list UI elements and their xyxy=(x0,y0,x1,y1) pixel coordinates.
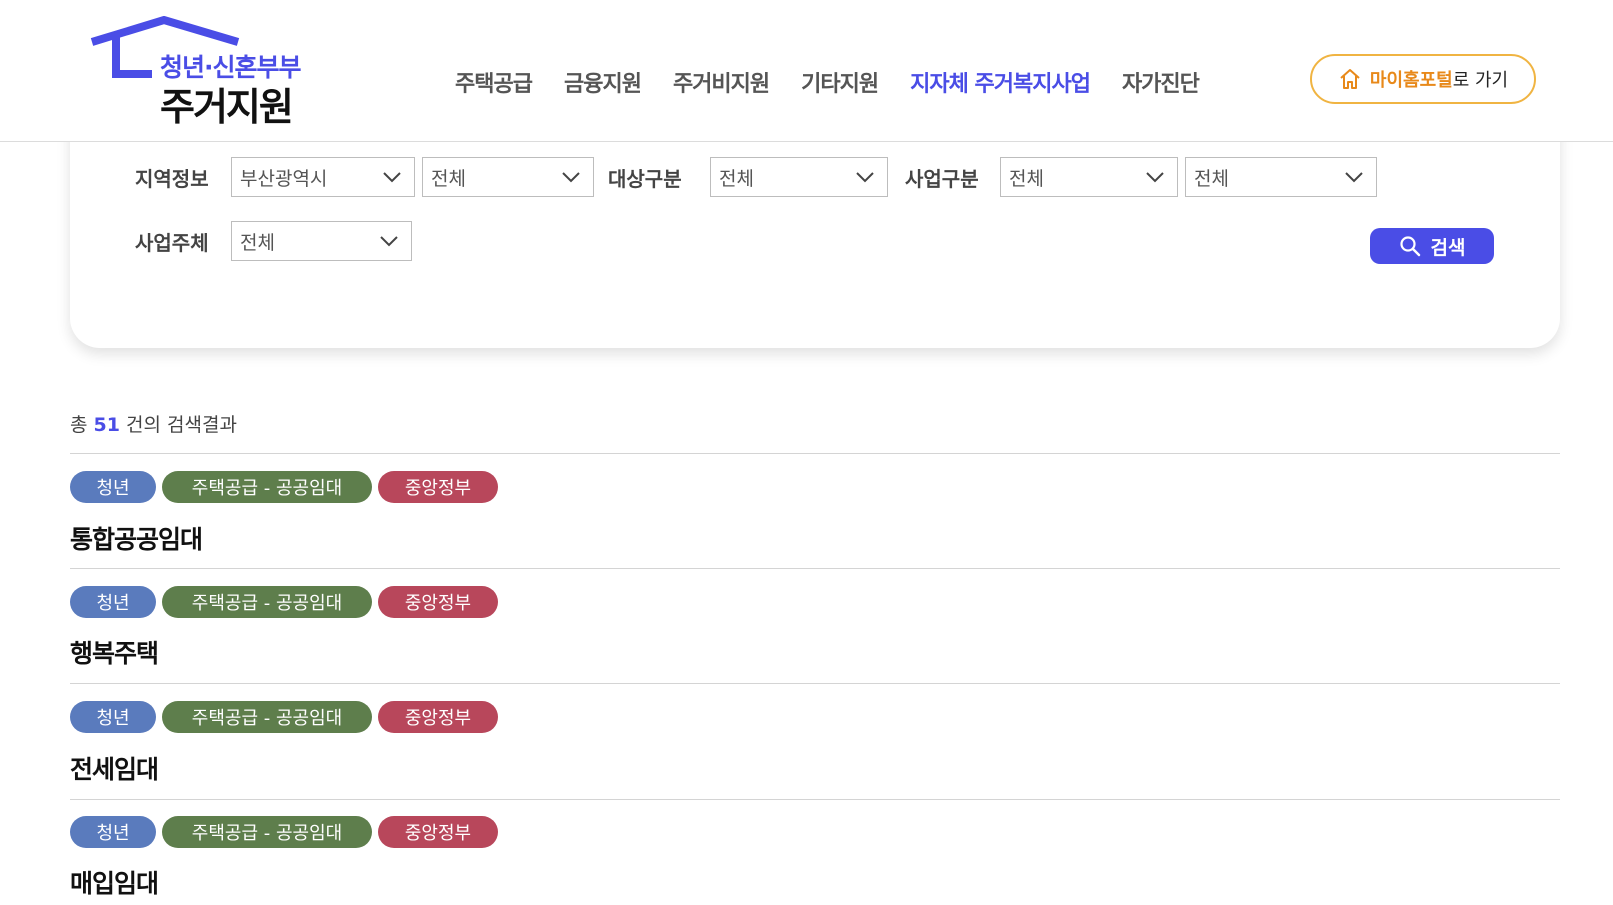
target-select[interactable]: 전체 xyxy=(710,157,888,197)
chevron-down-icon xyxy=(379,232,399,255)
divider xyxy=(70,453,1560,454)
home-icon xyxy=(1338,67,1362,91)
search-button-label: 검색 xyxy=(1430,236,1466,259)
logo-text-main: 주거지원 xyxy=(160,85,294,129)
divider xyxy=(70,799,1560,800)
nav-housing-cost-support[interactable]: 주거비지원 xyxy=(673,66,770,98)
nav-financial-support[interactable]: 금융지원 xyxy=(564,66,642,98)
tag-operator: 중앙정부 xyxy=(378,701,498,733)
result-title[interactable]: 전세임대 xyxy=(70,750,159,786)
divider xyxy=(70,683,1560,684)
business-type-select[interactable]: 전체 xyxy=(1000,157,1178,197)
tag-operator: 중앙정부 xyxy=(378,816,498,848)
business-subtype-value: 전체 xyxy=(1194,167,1229,190)
tag-category: 주택공급 - 공공임대 xyxy=(162,586,372,618)
result-count: 총 51 건의 검색결과 xyxy=(70,410,237,437)
business-type-label: 사업구분 xyxy=(905,167,979,191)
chevron-down-icon xyxy=(855,168,875,191)
nav-local-welfare[interactable]: 지자체 주거복지사업 xyxy=(910,66,1091,98)
region-district-value: 전체 xyxy=(431,167,466,190)
business-type-value: 전체 xyxy=(1009,167,1044,190)
tag-target: 청년 xyxy=(70,586,156,618)
result-title[interactable]: 행복주택 xyxy=(70,634,159,670)
target-value: 전체 xyxy=(719,167,754,190)
chevron-down-icon xyxy=(1344,168,1364,191)
result-title[interactable]: 통합공공임대 xyxy=(70,520,203,556)
main-nav: 주택공급 금융지원 주거비지원 기타지원 지자체 주거복지사업 자가진단 xyxy=(455,66,1231,98)
target-label: 대상구분 xyxy=(608,167,682,191)
result-tags: 청년 주택공급 - 공공임대 중앙정부 xyxy=(70,816,498,848)
tag-target: 청년 xyxy=(70,816,156,848)
business-subtype-select[interactable]: 전체 xyxy=(1185,157,1377,197)
result-count-suffix: 건의 검색결과 xyxy=(126,414,237,436)
region-district-select[interactable]: 전체 xyxy=(422,157,594,197)
chevron-down-icon xyxy=(382,168,402,191)
tag-operator: 중앙정부 xyxy=(378,586,498,618)
tag-target: 청년 xyxy=(70,471,156,503)
tag-operator: 중앙정부 xyxy=(378,471,498,503)
result-title[interactable]: 매입임대 xyxy=(70,864,159,900)
tag-target: 청년 xyxy=(70,701,156,733)
site-header: 청년·신혼부부 주거지원 주택공급 금융지원 주거비지원 기타지원 지자체 주거… xyxy=(0,0,1613,142)
result-count-prefix: 총 xyxy=(70,414,88,436)
result-tags: 청년 주택공급 - 공공임대 중앙정부 xyxy=(70,471,498,503)
nav-housing-supply[interactable]: 주택공급 xyxy=(455,66,533,98)
portal-name: 마이홈포털 xyxy=(1369,70,1453,91)
region-city-select[interactable]: 부산광역시 xyxy=(231,157,415,197)
operator-value: 전체 xyxy=(240,231,275,254)
region-city-value: 부산광역시 xyxy=(240,167,328,190)
result-tags: 청년 주택공급 - 공공임대 중앙정부 xyxy=(70,701,498,733)
result-tags: 청년 주택공급 - 공공임대 중앙정부 xyxy=(70,586,498,618)
divider xyxy=(70,568,1560,569)
nav-self-diagnosis[interactable]: 자가진단 xyxy=(1122,66,1200,98)
search-button[interactable]: 검색 xyxy=(1370,228,1494,264)
tag-category: 주택공급 - 공공임대 xyxy=(162,701,372,733)
operator-select[interactable]: 전체 xyxy=(231,221,412,261)
myhome-portal-button[interactable]: 마이홈포털 로 가기 xyxy=(1310,54,1536,104)
chevron-down-icon xyxy=(561,168,581,191)
site-logo[interactable]: 청년·신혼부부 주거지원 xyxy=(90,16,315,129)
result-count-number: 51 xyxy=(93,414,120,436)
search-filter-panel: 지역정보 부산광역시 전체 대상구분 전체 사업구분 전체 전체 사업주체 전체 xyxy=(70,110,1560,348)
search-icon xyxy=(1399,235,1421,257)
portal-suffix: 로 가기 xyxy=(1452,70,1509,91)
tag-category: 주택공급 - 공공임대 xyxy=(162,816,372,848)
tag-category: 주택공급 - 공공임대 xyxy=(162,471,372,503)
chevron-down-icon xyxy=(1145,168,1165,191)
operator-label: 사업주체 xyxy=(135,231,209,255)
region-label: 지역정보 xyxy=(135,167,209,191)
nav-other-support[interactable]: 기타지원 xyxy=(801,66,879,98)
